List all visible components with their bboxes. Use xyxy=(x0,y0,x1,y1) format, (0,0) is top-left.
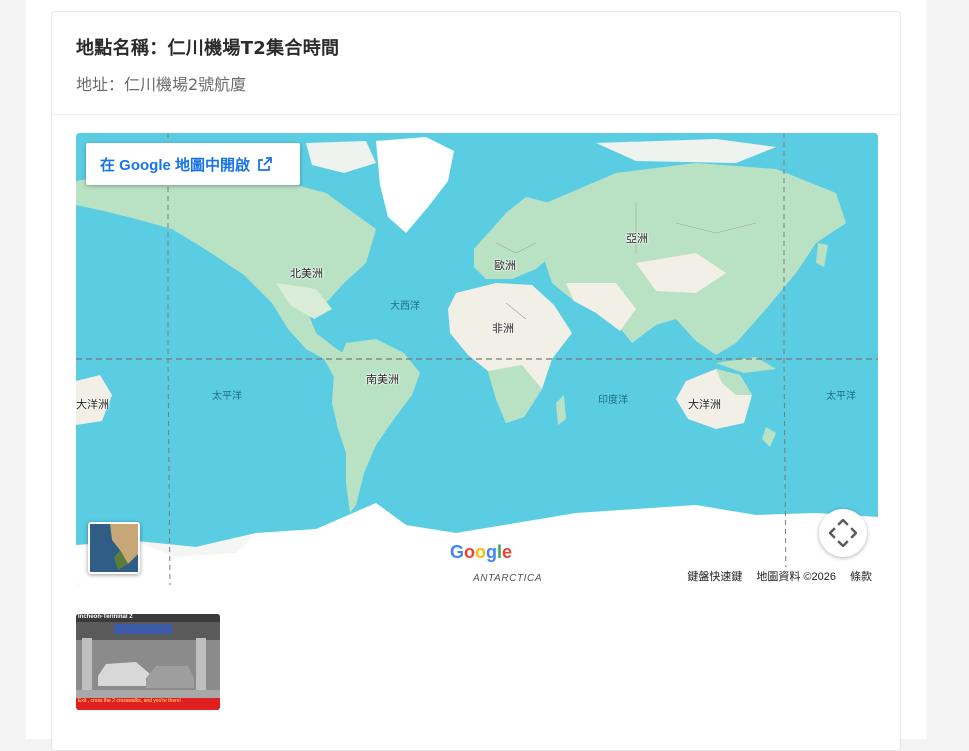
label-oceania-left: 大洋洲 xyxy=(76,399,109,411)
open-in-google-maps-link[interactable]: 在 Google 地圖中開啟 xyxy=(86,143,300,185)
satellite-thumbnail-icon xyxy=(90,524,138,572)
fullscreen-arrows-icon xyxy=(829,519,857,547)
embedded-map[interactable]: 在 Google 地圖中開啟 北美洲 南美洲 歐洲 非洲 亞洲 大洋洲 大洋洲 … xyxy=(76,133,878,585)
label-europe: 歐洲 xyxy=(494,260,516,272)
label-oceania-right: 大洋洲 xyxy=(688,399,721,411)
world-map-canvas[interactable] xyxy=(76,133,878,585)
terms-link[interactable]: 條款 xyxy=(850,568,872,584)
content-column: 地點名稱：仁川機場T2集合時間 地址：仁川機場2號航廈 在 Google 地圖中… xyxy=(26,0,927,751)
photo-caption-text: Exit , cross the 2 crosswalks, and you'r… xyxy=(78,698,181,704)
fullscreen-button[interactable] xyxy=(819,509,867,557)
label-antarctica: ANTARCTICA xyxy=(473,573,543,584)
label-pacific-right: 太平洋 xyxy=(826,391,856,402)
label-south-america: 南美洲 xyxy=(366,374,399,386)
keyboard-shortcuts-link[interactable]: 鍵盤快速鍵 xyxy=(687,568,742,584)
open-in-google-maps-label[interactable]: 在 Google 地圖中開啟 xyxy=(100,154,250,175)
map-attribution-bar: 鍵盤快速鍵 地圖資料 ©2026 條款 xyxy=(666,567,878,585)
label-asia: 亞洲 xyxy=(626,233,648,245)
photo-header-text: Incheon-Terminal 2 xyxy=(78,614,133,620)
label-atlantic: 大西洋 xyxy=(390,301,420,312)
card-header: 地點名稱：仁川機場T2集合時間 地址：仁川機場2號航廈 xyxy=(52,12,900,115)
place-title: 地點名稱：仁川機場T2集合時間 xyxy=(76,38,340,59)
map-data-attribution: 地圖資料 ©2026 xyxy=(756,571,836,583)
label-pacific-left: 太平洋 xyxy=(212,391,242,402)
satellite-layer-toggle[interactable] xyxy=(88,522,140,574)
external-link-icon xyxy=(257,156,273,172)
location-card: 地點名稱：仁川機場T2集合時間 地址：仁川機場2號航廈 在 Google 地圖中… xyxy=(51,11,901,751)
label-north-america: 北美洲 xyxy=(290,268,323,280)
location-photo-thumbnail[interactable]: Incheon-Terminal 2 Exit , cross the 2 cr… xyxy=(76,614,220,710)
parking-area-photo xyxy=(76,614,220,710)
label-indian: 印度洋 xyxy=(598,395,628,406)
place-address: 地址：仁川機場2號航廈 xyxy=(76,75,247,94)
label-africa: 非洲 xyxy=(492,323,514,335)
google-logo: Google xyxy=(450,542,513,562)
